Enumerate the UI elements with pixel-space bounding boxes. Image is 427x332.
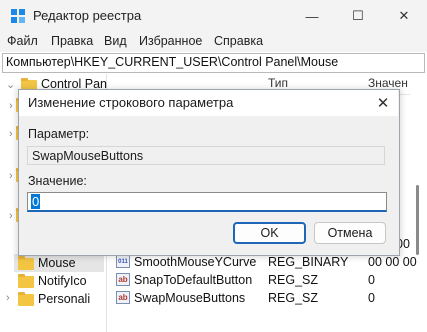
chevron-right-icon[interactable]: › — [9, 170, 13, 182]
folder-icon — [18, 274, 34, 288]
string-value-icon: ab — [116, 273, 130, 286]
value-data-text: 0 — [31, 194, 41, 209]
cancel-button[interactable]: Отмена — [314, 222, 386, 244]
horizontal-scrollbar[interactable] — [0, 318, 427, 332]
chevron-right-icon[interactable]: › — [9, 100, 13, 112]
address-path: Компьютер\HKEY_CURRENT_USER\Control Pane… — [6, 55, 339, 69]
menu-file[interactable]: Файл — [7, 34, 38, 48]
dialog-title: Изменение строкового параметра — [28, 95, 234, 110]
row-type: REG_SZ — [268, 273, 319, 287]
tree-item-personalization[interactable]: Personali — [38, 292, 90, 306]
row-value: 0 — [368, 273, 375, 287]
row-name-snaptodefaultbutton[interactable]: SnapToDefaultButton — [134, 273, 252, 287]
window-title: Редактор реестра — [33, 8, 142, 23]
chevron-down-icon[interactable]: ⌄ — [6, 78, 15, 91]
menu-view[interactable]: Вид — [104, 34, 127, 48]
folder-icon — [18, 292, 34, 306]
menu-edit[interactable]: Правка — [51, 34, 93, 48]
row-type: REG_SZ — [268, 291, 319, 305]
row-value: 0 — [368, 291, 375, 305]
tree-item-notifyicon[interactable]: NotifyIco — [38, 274, 87, 288]
ok-button[interactable]: OK — [233, 222, 306, 244]
scrollbar-thumb[interactable] — [416, 185, 419, 255]
folder-icon — [18, 256, 34, 270]
value-label: Значение: — [28, 174, 87, 188]
close-window-button[interactable]: ✕ — [381, 0, 427, 32]
param-name-field: SwapMouseButtons — [27, 146, 385, 165]
chevron-right-icon[interactable]: › — [9, 210, 13, 222]
dialog-close-button[interactable]: ✕ — [368, 90, 398, 116]
row-name-swapmousebuttons[interactable]: SwapMouseButtons — [134, 291, 245, 305]
minimize-button[interactable]: — — [289, 0, 335, 32]
tree-item-mouse[interactable]: Mouse — [38, 256, 76, 270]
menu-help[interactable]: Справка — [214, 34, 263, 48]
regedit-app-icon — [11, 9, 25, 23]
menu-favorites[interactable]: Избранное — [139, 34, 202, 48]
value-data-input[interactable]: 0 — [27, 192, 387, 212]
string-value-icon: ab — [116, 291, 130, 304]
maximize-button[interactable]: ☐ — [335, 0, 381, 32]
param-name-label: Параметр: — [28, 127, 90, 141]
chevron-right-icon[interactable]: › — [9, 128, 13, 140]
chevron-right-icon[interactable]: › — [6, 292, 10, 304]
